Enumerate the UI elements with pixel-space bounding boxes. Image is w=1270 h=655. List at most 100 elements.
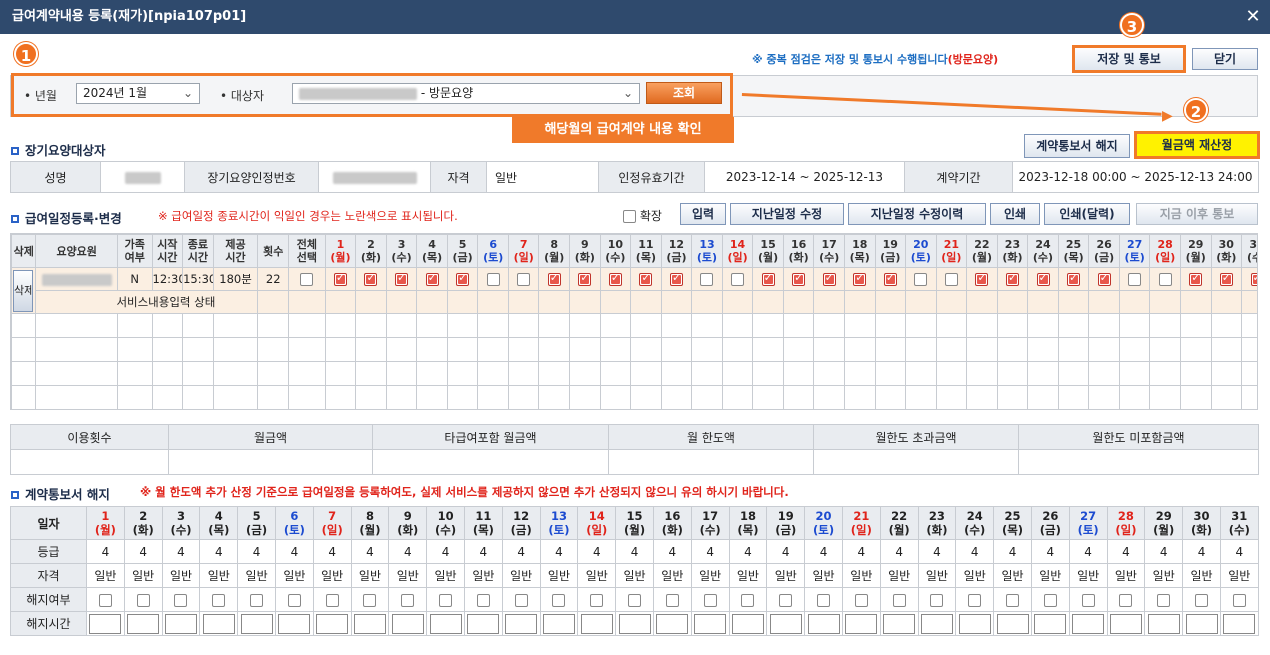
cancel-checkbox[interactable] [1195, 593, 1208, 607]
cancel-checkbox[interactable] [1081, 593, 1095, 607]
day-check-cell[interactable] [874, 267, 907, 291]
day-checkbox[interactable] [1250, 271, 1257, 286]
cancel-time-input[interactable] [807, 613, 840, 634]
day-checkbox[interactable] [792, 271, 806, 286]
cancel-time-cell[interactable] [539, 611, 579, 636]
day-check-cell[interactable] [1210, 267, 1243, 291]
day-check-cell[interactable] [1149, 267, 1181, 291]
cancel-time-cell[interactable] [615, 611, 654, 636]
day-checkbox[interactable] [425, 271, 439, 286]
cancel-time-cell[interactable] [1182, 611, 1221, 636]
cancel-time-cell[interactable] [577, 611, 617, 636]
day-checkbox[interactable] [578, 271, 592, 286]
day-checkbox[interactable] [669, 271, 683, 286]
cancel-time-cell[interactable] [199, 611, 239, 636]
cancel-time-cell[interactable] [426, 611, 465, 636]
cancel-checkbox[interactable] [703, 593, 717, 607]
cancel-checkbox[interactable] [476, 593, 490, 607]
day-check-cell[interactable] [843, 267, 876, 291]
cancel-check-cell[interactable] [841, 587, 881, 612]
cancel-time-input[interactable] [920, 613, 953, 634]
cancel-time-cell[interactable] [879, 611, 919, 636]
day-check-cell[interactable] [1027, 267, 1059, 291]
cancel-time-cell[interactable] [1219, 611, 1259, 636]
day-checkbox[interactable] [364, 271, 378, 286]
cancel-checkbox[interactable] [98, 593, 112, 607]
cancel-checkbox[interactable] [174, 593, 188, 607]
cancel-time-cell[interactable] [274, 611, 314, 636]
cancel-check-cell[interactable] [1106, 587, 1146, 612]
day-check-cell[interactable] [1088, 267, 1120, 291]
cancel-time-cell[interactable] [161, 611, 201, 636]
cancel-check-cell[interactable] [388, 587, 428, 612]
day-check-cell[interactable] [355, 267, 387, 291]
target-select[interactable]: - 방문요양 ⌄ [292, 83, 640, 104]
day-checkbox[interactable] [1036, 271, 1050, 286]
cancel-time-cell[interactable] [690, 611, 730, 636]
cancel-time-input[interactable] [127, 613, 160, 634]
input-button[interactable]: 입력 [680, 203, 726, 225]
cancel-time-input[interactable] [1185, 613, 1218, 634]
cancel-time-cell[interactable] [993, 611, 1032, 636]
day-check-cell[interactable] [966, 267, 998, 291]
cancel-time-input[interactable] [164, 613, 197, 634]
cancel-time-cell[interactable] [501, 611, 541, 636]
cancel-check-cell[interactable] [1068, 587, 1108, 612]
day-check-cell[interactable] [813, 267, 845, 291]
cancel-checkbox[interactable] [212, 593, 226, 607]
day-checkbox[interactable] [1219, 271, 1233, 286]
cancel-time-input[interactable] [1147, 613, 1180, 634]
cancel-checkbox[interactable] [363, 593, 377, 607]
day-checkbox[interactable] [517, 273, 531, 286]
cancel-checkbox[interactable] [1119, 593, 1133, 607]
cancel-check-cell[interactable] [312, 587, 352, 612]
cancel-check-cell[interactable] [350, 587, 390, 612]
day-checkbox[interactable] [914, 273, 928, 286]
day-check-cell[interactable] [1179, 267, 1212, 291]
cancel-time-cell[interactable] [917, 611, 957, 636]
cancel-check-cell[interactable] [577, 587, 617, 612]
select-all-cell[interactable] [288, 267, 326, 291]
cancel-check-cell[interactable] [615, 587, 654, 612]
cancel-time-input[interactable] [278, 613, 311, 634]
cancel-checkbox[interactable] [250, 593, 264, 607]
cancel-check-cell[interactable] [728, 587, 768, 612]
cancel-time-input[interactable] [202, 613, 235, 634]
cancel-time-cell[interactable] [841, 611, 881, 636]
cancel-time-cell[interactable] [123, 611, 163, 636]
day-check-cell[interactable] [477, 267, 509, 291]
cancel-checkbox[interactable] [439, 593, 453, 607]
past-history-button[interactable]: 지난일정 수정이력 [848, 203, 986, 225]
cancel-check-cell[interactable] [539, 587, 579, 612]
day-checkbox[interactable] [1005, 271, 1019, 286]
cancel-checkbox[interactable] [136, 593, 150, 607]
cancel-checkbox[interactable] [552, 593, 566, 607]
day-check-cell[interactable] [630, 267, 662, 291]
cancel-time-input[interactable] [883, 613, 916, 634]
day-check-cell[interactable] [385, 267, 418, 291]
cancel-check-cell[interactable] [86, 587, 125, 612]
cancel-checkbox[interactable] [514, 593, 528, 607]
cancel-time-input[interactable] [618, 613, 651, 634]
cancel-checkbox[interactable] [1043, 593, 1057, 607]
cancel-time-cell[interactable] [766, 611, 806, 636]
cancel-time-input[interactable] [542, 613, 575, 634]
cancel-time-input[interactable] [1223, 613, 1256, 634]
day-check-cell[interactable] [569, 267, 601, 291]
cancel-checkbox[interactable] [325, 593, 339, 607]
cancel-check-cell[interactable] [1144, 587, 1184, 612]
day-check-cell[interactable] [416, 267, 448, 291]
day-check-cell[interactable] [1241, 267, 1257, 291]
cancel-checkbox[interactable] [665, 593, 679, 607]
cancel-checkbox[interactable] [968, 593, 982, 607]
cancel-check-cell[interactable] [1219, 587, 1259, 612]
cancel-check-cell[interactable] [161, 587, 201, 612]
day-check-cell[interactable] [538, 267, 571, 291]
cancel-time-input[interactable] [1034, 613, 1067, 634]
day-check-cell[interactable] [782, 267, 815, 291]
day-check-cell[interactable] [996, 267, 1029, 291]
cancel-time-cell[interactable] [463, 611, 503, 636]
day-checkbox[interactable] [1067, 271, 1081, 286]
cancel-time-input[interactable] [429, 613, 462, 634]
recalc-button[interactable]: 월금액 재산정 [1134, 131, 1260, 159]
